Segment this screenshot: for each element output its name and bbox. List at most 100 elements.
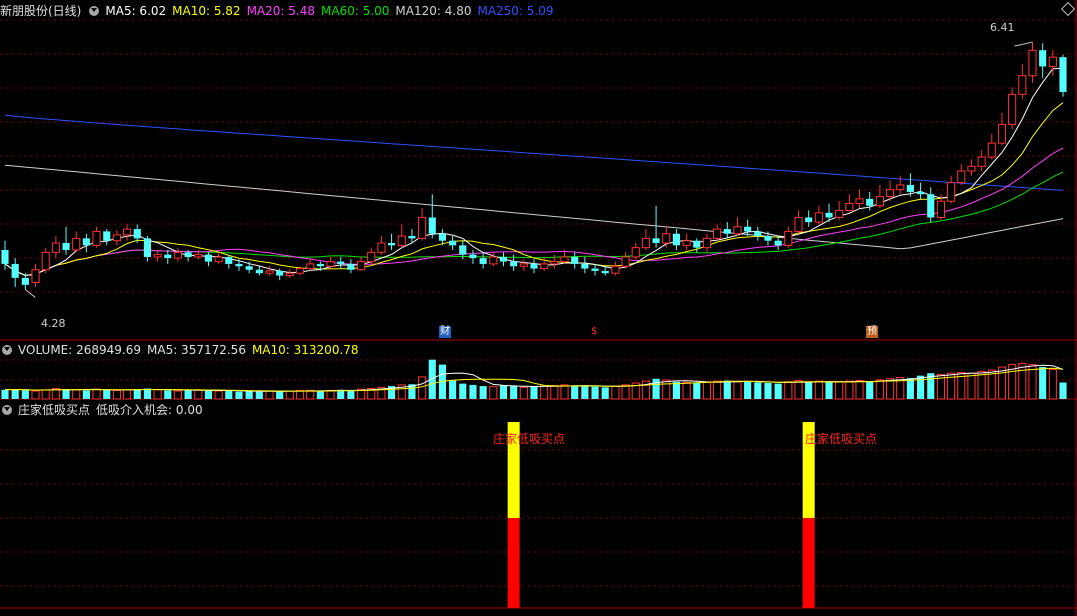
ma10-line	[4, 102, 1064, 277]
volume-bar	[855, 380, 864, 400]
candle-body	[611, 265, 620, 274]
indicator-name: 庄家低吸买点	[18, 403, 91, 417]
indicator-header: 庄家低吸买点 低吸介入机会: 0.00	[0, 402, 209, 418]
volume-bar	[845, 380, 854, 400]
volume-bar	[479, 386, 487, 399]
low-marker-line	[25, 289, 36, 298]
candlestick-series	[1, 41, 1067, 298]
candle-body	[631, 247, 640, 258]
candle-body	[510, 261, 518, 267]
volume-bar	[235, 391, 243, 399]
candle-body	[967, 165, 976, 172]
finance-badge[interactable]: 财	[439, 326, 451, 338]
volume-bar	[702, 381, 712, 400]
dividend-badge[interactable]: $	[590, 326, 598, 338]
ma5-line	[4, 67, 1064, 277]
dropdown-icon[interactable]	[2, 405, 12, 415]
candle-body	[82, 238, 90, 246]
volume-bar	[194, 389, 203, 400]
candle-body	[560, 256, 569, 263]
volume-bar	[713, 380, 722, 400]
volume-bar	[133, 389, 141, 399]
candle-body	[814, 212, 823, 223]
volume-bar	[805, 381, 813, 399]
volume-bar	[885, 378, 895, 400]
candle-body	[764, 236, 772, 241]
candle-body	[906, 184, 914, 192]
volume-bar	[723, 380, 731, 399]
stock-title: 新朋股份(日线)	[0, 4, 82, 18]
candle-body	[987, 142, 996, 158]
volume-bar	[103, 389, 111, 399]
candle-body	[326, 261, 335, 267]
ma60-value: MA60: 5.00	[321, 4, 390, 18]
indicator-value: 低吸介入机会: 0.00	[96, 403, 203, 417]
volume-bar	[1018, 362, 1027, 400]
ma20-line	[4, 147, 1064, 277]
volume-bar	[72, 389, 81, 400]
candle-body	[41, 251, 50, 271]
candle-body	[1059, 57, 1067, 93]
volume-ma5: MA5: 357172.56	[147, 343, 246, 357]
volume-bar	[652, 378, 660, 399]
volume-bar	[1, 389, 9, 399]
dropdown-icon[interactable]	[89, 6, 100, 16]
candle-body	[489, 256, 498, 265]
volume-bar	[875, 379, 884, 400]
candle-body	[641, 237, 650, 249]
candle-body	[408, 236, 416, 239]
volume-ma10: MA10: 313200.78	[251, 343, 359, 357]
candle-body	[72, 237, 81, 251]
volume-bar	[1059, 382, 1067, 399]
candle-body	[693, 240, 701, 248]
volume-bar	[571, 385, 579, 399]
candle-body	[21, 277, 29, 285]
candle-body	[805, 217, 813, 223]
candle-body	[11, 263, 19, 278]
candle-body	[377, 242, 386, 253]
volume-bar	[825, 382, 833, 399]
candle-body	[367, 251, 376, 263]
volume-bar	[1048, 369, 1057, 400]
volume-bar	[1039, 367, 1047, 399]
candle-body	[733, 226, 742, 235]
dropdown-icon[interactable]	[2, 345, 12, 355]
volume-bar	[153, 389, 162, 400]
candle-body	[662, 233, 671, 244]
ma10-value: MA10: 5.82	[172, 4, 241, 18]
candle-body	[713, 228, 722, 239]
volume-bar	[835, 381, 844, 400]
candle-body	[276, 270, 284, 276]
ma5-value: MA5: 6.02	[105, 4, 167, 18]
candle-body	[702, 237, 712, 249]
candle-body	[337, 261, 345, 264]
volume-bar	[285, 390, 294, 400]
candle-body	[133, 229, 141, 239]
volume-bar	[326, 389, 335, 400]
stock-chart	[0, 0, 1077, 616]
volume-bar	[591, 386, 599, 399]
volume-bar	[530, 386, 538, 399]
candle-body	[774, 240, 782, 246]
candle-body	[1028, 49, 1037, 77]
candle-body	[825, 212, 833, 218]
volume-bar	[214, 390, 223, 400]
candle-body	[164, 254, 172, 259]
candle-body	[51, 242, 60, 253]
volume-series	[1, 359, 1067, 400]
volume-bar	[306, 389, 315, 400]
volume-bar	[164, 390, 172, 399]
volume-bar	[92, 388, 101, 400]
volume-bar	[967, 372, 976, 400]
forecast-badge[interactable]: 预	[866, 326, 878, 338]
volume-bar	[459, 383, 467, 399]
candle-body	[784, 230, 793, 246]
candle-body	[428, 217, 436, 234]
volume-bar	[123, 389, 132, 400]
candle-body	[885, 189, 895, 198]
candle-body	[103, 231, 111, 241]
candle-body	[285, 272, 294, 277]
candle-body	[530, 263, 538, 269]
candle-body	[896, 184, 905, 191]
candle-body	[672, 233, 680, 246]
